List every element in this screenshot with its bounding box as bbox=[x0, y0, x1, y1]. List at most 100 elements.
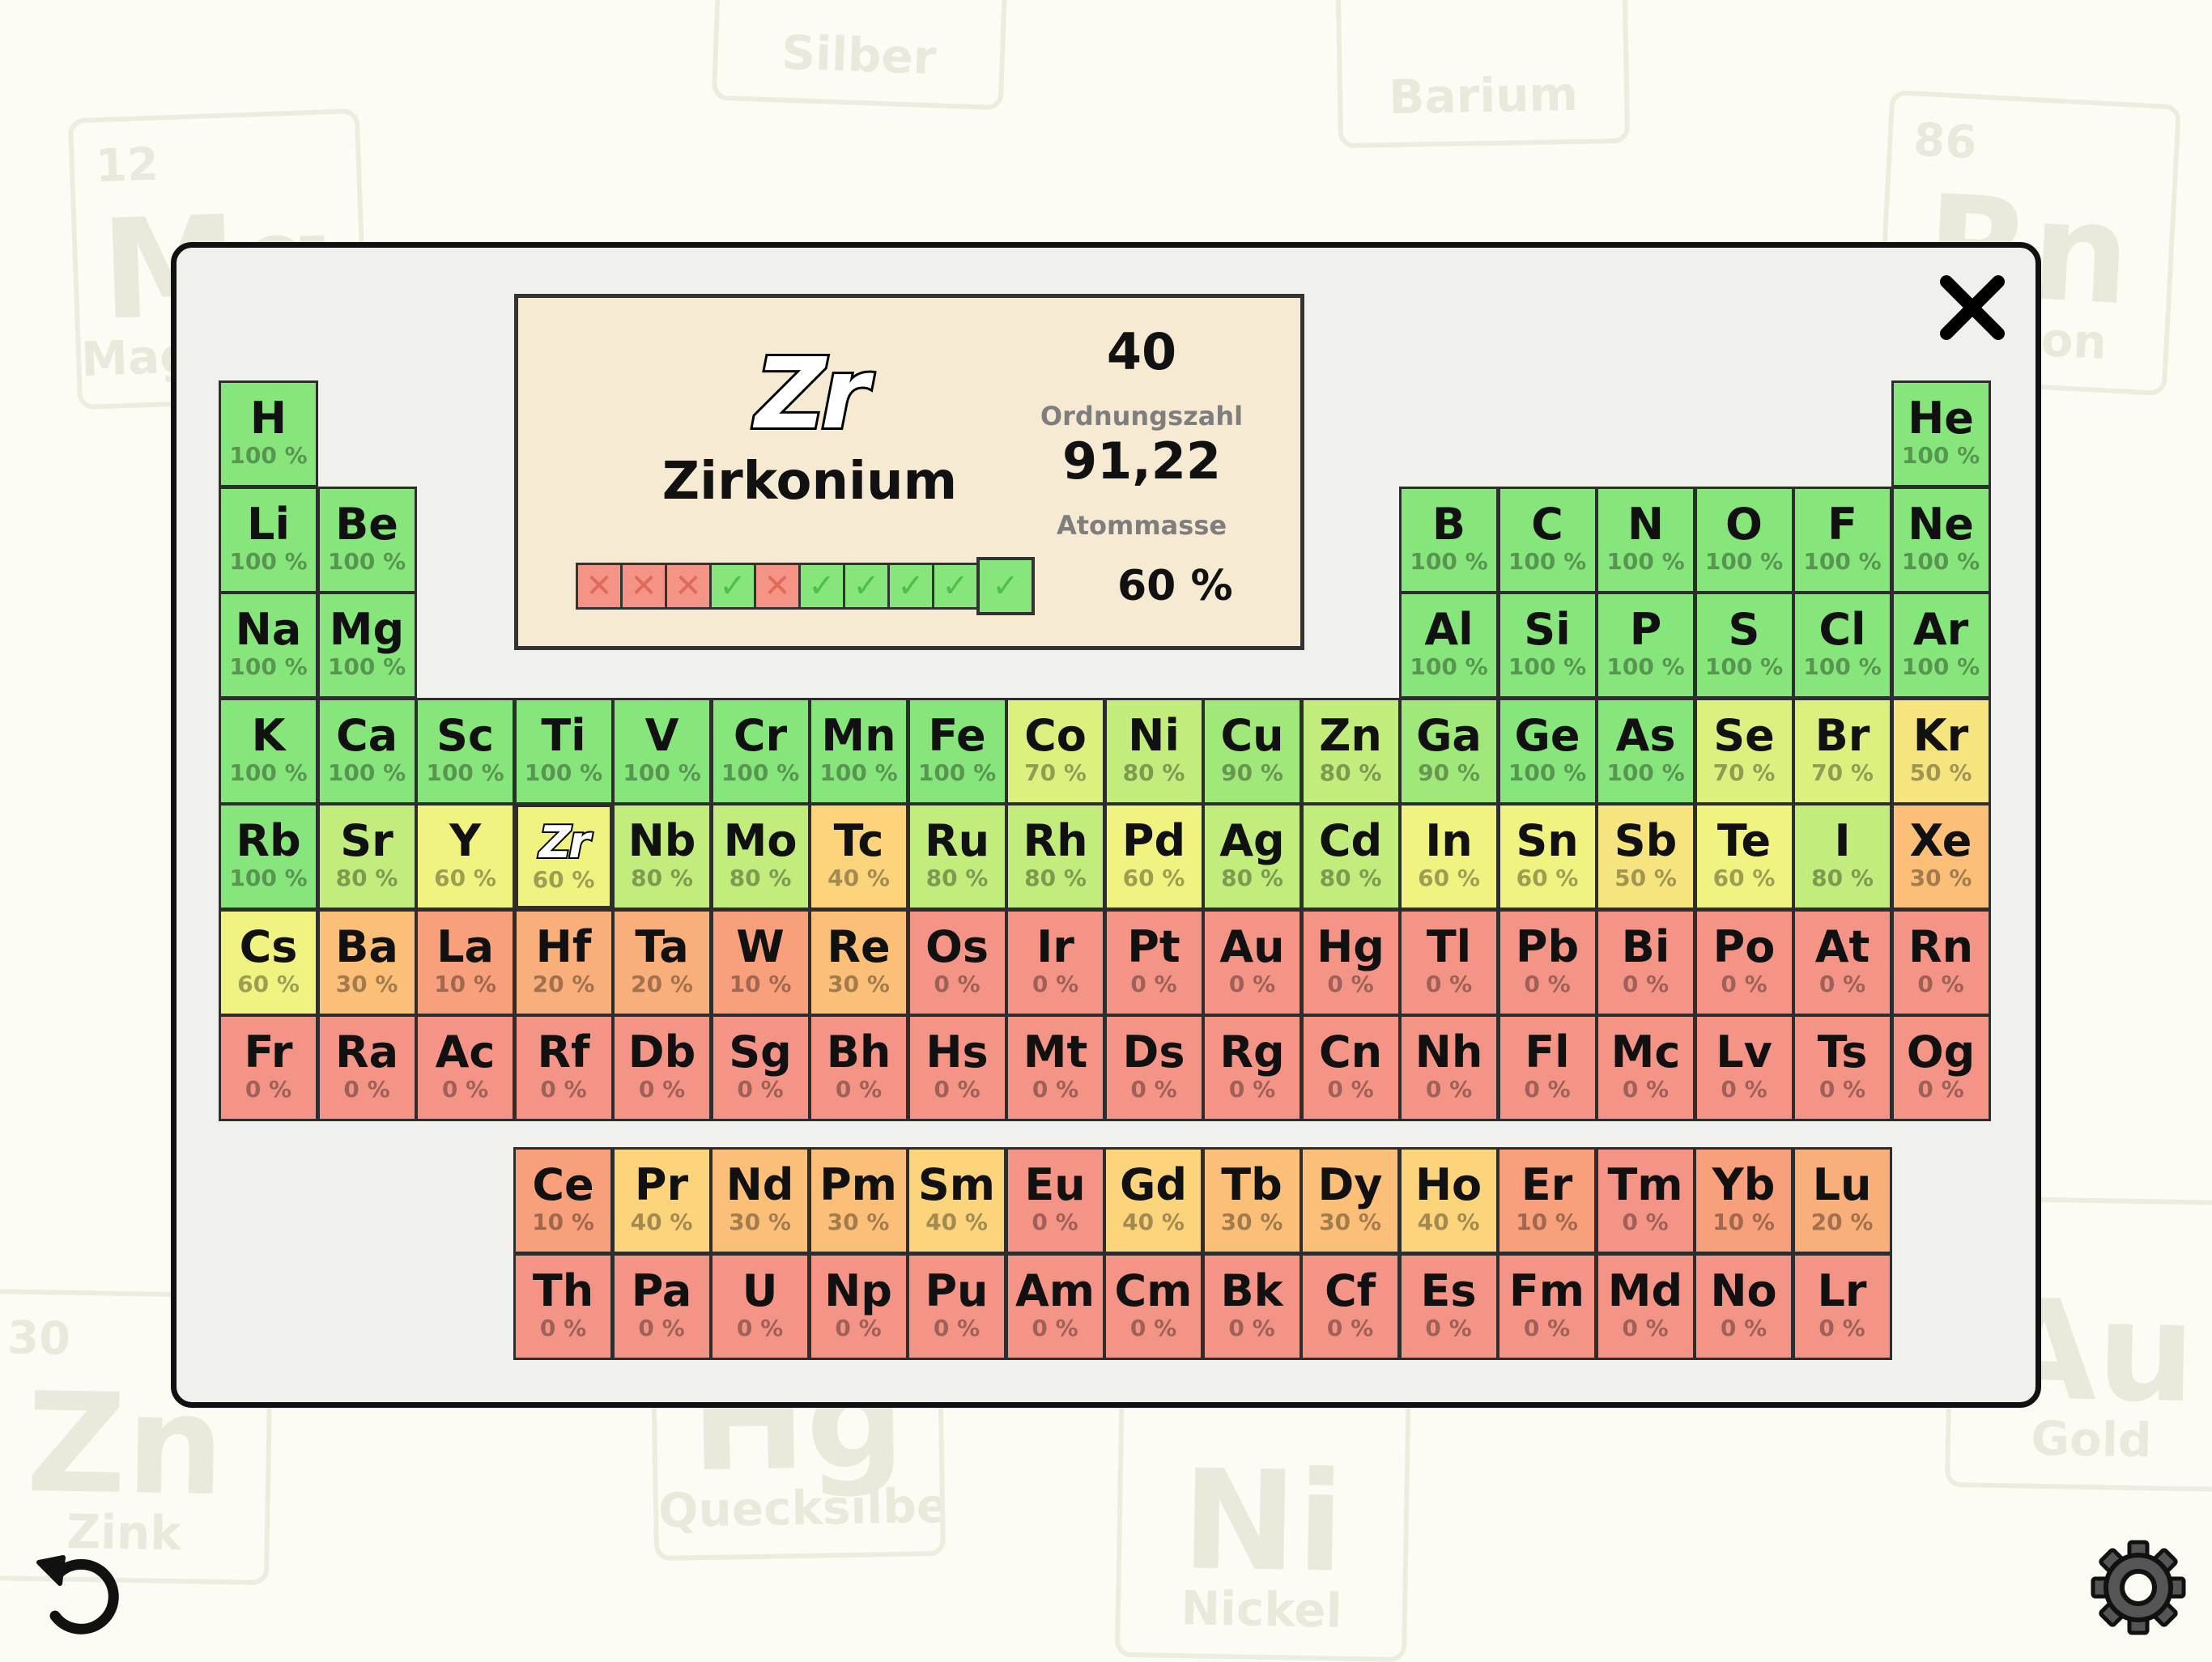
element-cell-re[interactable]: Re 30 % bbox=[809, 908, 908, 1016]
element-cell-mn[interactable]: Mn 100 % bbox=[809, 697, 908, 805]
element-cell-si[interactable]: Si 100 % bbox=[1497, 592, 1597, 699]
element-cell-f[interactable]: F 100 % bbox=[1793, 486, 1892, 593]
element-cell-lv[interactable]: Lv 0 % bbox=[1694, 1014, 1794, 1121]
element-cell-pu[interactable]: Pu 0 % bbox=[907, 1252, 1006, 1360]
element-cell-s[interactable]: S 100 % bbox=[1694, 592, 1794, 699]
element-cell-eu[interactable]: Eu 0 % bbox=[1005, 1147, 1105, 1254]
element-cell-lr[interactable]: Lr 0 % bbox=[1792, 1252, 1892, 1360]
element-cell-ni[interactable]: Ni 80 % bbox=[1104, 697, 1204, 805]
element-cell-ta[interactable]: Ta 20 % bbox=[612, 908, 712, 1016]
element-cell-bi[interactable]: Bi 0 % bbox=[1596, 908, 1695, 1016]
element-cell-he[interactable]: He 100 % bbox=[1891, 380, 1991, 487]
element-cell-tb[interactable]: Tb 30 % bbox=[1202, 1147, 1302, 1254]
element-cell-cr[interactable]: Cr 100 % bbox=[710, 697, 810, 805]
element-cell-cn[interactable]: Cn 0 % bbox=[1300, 1014, 1401, 1121]
element-cell-pt[interactable]: Pt 0 % bbox=[1104, 908, 1204, 1016]
element-cell-tl[interactable]: Tl 0 % bbox=[1399, 908, 1499, 1016]
element-cell-md[interactable]: Md 0 % bbox=[1595, 1252, 1695, 1360]
element-cell-es[interactable]: Es 0 % bbox=[1398, 1252, 1499, 1360]
element-cell-gd[interactable]: Gd 40 % bbox=[1104, 1147, 1203, 1254]
element-cell-kr[interactable]: Kr 50 % bbox=[1891, 697, 1991, 805]
element-cell-po[interactable]: Po 0 % bbox=[1694, 908, 1794, 1016]
element-cell-mg[interactable]: Mg 100 % bbox=[317, 592, 417, 699]
element-cell-pr[interactable]: Pr 40 % bbox=[611, 1147, 712, 1254]
element-cell-sb[interactable]: Sb 50 % bbox=[1596, 803, 1695, 910]
element-cell-tc[interactable]: Tc 40 % bbox=[809, 803, 908, 910]
element-cell-xe[interactable]: Xe 30 % bbox=[1891, 803, 1991, 910]
element-cell-nd[interactable]: Nd 30 % bbox=[710, 1147, 810, 1254]
element-cell-ar[interactable]: Ar 100 % bbox=[1891, 592, 1991, 699]
element-cell-hg[interactable]: Hg 0 % bbox=[1300, 908, 1401, 1016]
element-cell-ag[interactable]: Ag 80 % bbox=[1202, 803, 1302, 910]
element-cell-se[interactable]: Se 70 % bbox=[1694, 697, 1794, 805]
element-cell-y[interactable]: Y 60 % bbox=[415, 803, 515, 910]
element-cell-cm[interactable]: Cm 0 % bbox=[1104, 1252, 1203, 1360]
element-cell-ts[interactable]: Ts 0 % bbox=[1793, 1014, 1892, 1121]
element-cell-cs[interactable]: Cs 60 % bbox=[219, 908, 318, 1016]
element-cell-no[interactable]: No 0 % bbox=[1694, 1252, 1793, 1360]
element-cell-pa[interactable]: Pa 0 % bbox=[611, 1252, 712, 1360]
element-cell-al[interactable]: Al 100 % bbox=[1399, 592, 1499, 699]
element-cell-ne[interactable]: Ne 100 % bbox=[1891, 486, 1991, 593]
element-cell-cu[interactable]: Cu 90 % bbox=[1202, 697, 1302, 805]
element-cell-in[interactable]: In 60 % bbox=[1399, 803, 1499, 910]
element-cell-bk[interactable]: Bk 0 % bbox=[1202, 1252, 1302, 1360]
element-cell-br[interactable]: Br 70 % bbox=[1793, 697, 1892, 805]
element-cell-sc[interactable]: Sc 100 % bbox=[415, 697, 515, 805]
element-cell-li[interactable]: Li 100 % bbox=[219, 486, 318, 593]
undo-icon[interactable] bbox=[24, 1538, 130, 1643]
element-cell-w[interactable]: W 10 % bbox=[710, 908, 810, 1016]
element-cell-ga[interactable]: Ga 90 % bbox=[1399, 697, 1499, 805]
element-cell-sg[interactable]: Sg 0 % bbox=[710, 1014, 810, 1121]
element-cell-pb[interactable]: Pb 0 % bbox=[1497, 908, 1597, 1016]
element-cell-th[interactable]: Th 0 % bbox=[513, 1252, 613, 1360]
element-cell-ca[interactable]: Ca 100 % bbox=[317, 697, 417, 805]
element-cell-nh[interactable]: Nh 0 % bbox=[1399, 1014, 1499, 1121]
element-cell-u[interactable]: U0 % bbox=[710, 1252, 810, 1360]
element-cell-pd[interactable]: Pd 60 % bbox=[1104, 803, 1204, 910]
element-cell-ds[interactable]: Ds 0 % bbox=[1104, 1014, 1204, 1121]
element-cell-co[interactable]: Co 70 % bbox=[1006, 697, 1105, 805]
element-cell-ru[interactable]: Ru 80 % bbox=[907, 803, 1007, 910]
element-cell-au[interactable]: Au 0 % bbox=[1202, 908, 1302, 1016]
element-cell-b[interactable]: B 100 % bbox=[1399, 486, 1499, 593]
element-cell-cd[interactable]: Cd 80 % bbox=[1300, 803, 1401, 910]
element-cell-ho[interactable]: Ho 40 % bbox=[1398, 1147, 1499, 1254]
element-cell-hs[interactable]: Hs 0 % bbox=[907, 1014, 1007, 1121]
element-cell-be[interactable]: Be 100 % bbox=[317, 486, 417, 593]
element-cell-cf[interactable]: Cf 0 % bbox=[1300, 1252, 1400, 1360]
element-cell-sr[interactable]: Sr 80 % bbox=[317, 803, 417, 910]
element-cell-fr[interactable]: Fr 0 % bbox=[219, 1014, 318, 1121]
element-cell-bh[interactable]: Bh 0 % bbox=[809, 1014, 908, 1121]
element-cell-na[interactable]: Na 100 % bbox=[219, 592, 318, 699]
element-cell-ra[interactable]: Ra 0 % bbox=[317, 1014, 417, 1121]
element-cell-ge[interactable]: Ge 100 % bbox=[1497, 697, 1597, 805]
element-cell-sn[interactable]: Sn 60 % bbox=[1497, 803, 1597, 910]
element-cell-c[interactable]: C 100 % bbox=[1497, 486, 1597, 593]
element-cell-mt[interactable]: Mt 0 % bbox=[1006, 1014, 1105, 1121]
element-cell-o[interactable]: O 100 % bbox=[1694, 486, 1794, 593]
element-cell-sm[interactable]: Sm 40 % bbox=[907, 1147, 1006, 1254]
element-cell-er[interactable]: Er 10 % bbox=[1497, 1147, 1597, 1254]
element-cell-dy[interactable]: Dy 30 % bbox=[1300, 1147, 1400, 1254]
element-cell-fe[interactable]: Fe 100 % bbox=[907, 697, 1007, 805]
element-cell-ba[interactable]: Ba 30 % bbox=[317, 908, 417, 1016]
element-cell-at[interactable]: At 0 % bbox=[1793, 908, 1892, 1016]
element-cell-rg[interactable]: Rg 0 % bbox=[1202, 1014, 1302, 1121]
element-cell-mo[interactable]: Mo 80 % bbox=[710, 803, 810, 910]
element-cell-te[interactable]: Te 60 % bbox=[1694, 803, 1794, 910]
element-cell-rb[interactable]: Rb 100 % bbox=[219, 803, 318, 910]
element-cell-n[interactable]: N 100 % bbox=[1596, 486, 1695, 593]
element-cell-k[interactable]: K 100 % bbox=[219, 697, 318, 805]
element-cell-am[interactable]: Am 0 % bbox=[1005, 1252, 1105, 1360]
element-cell-ac[interactable]: Ac 0 % bbox=[415, 1014, 515, 1121]
element-cell-lu[interactable]: Lu 20 % bbox=[1792, 1147, 1892, 1254]
element-cell-zr[interactable]: Zr 60 % bbox=[513, 803, 614, 910]
element-cell-h[interactable]: H 100 % bbox=[219, 380, 318, 487]
element-cell-p[interactable]: P 100 % bbox=[1596, 592, 1695, 699]
element-cell-og[interactable]: Og 0 % bbox=[1891, 1014, 1991, 1121]
element-cell-nb[interactable]: Nb 80 % bbox=[612, 803, 712, 910]
element-cell-db[interactable]: Db 0 % bbox=[612, 1014, 712, 1121]
element-cell-os[interactable]: Os 0 % bbox=[907, 908, 1007, 1016]
element-cell-mc[interactable]: Mc 0 % bbox=[1596, 1014, 1695, 1121]
